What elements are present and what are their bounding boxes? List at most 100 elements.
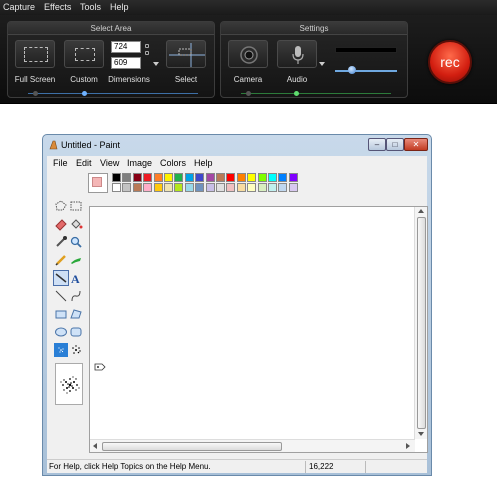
- vertical-scroll-thumb[interactable]: [417, 217, 426, 429]
- palette-swatch[interactable]: [236, 183, 246, 192]
- palette-swatch[interactable]: [257, 183, 267, 192]
- horizontal-scroll-thumb[interactable]: [102, 442, 282, 451]
- palette-swatch[interactable]: [153, 183, 163, 192]
- palette-swatch[interactable]: [112, 173, 121, 182]
- custom-button[interactable]: [64, 40, 104, 68]
- camera-icon: [240, 46, 258, 64]
- close-button[interactable]: ✕: [404, 138, 428, 151]
- rectangle-icon: [55, 310, 67, 319]
- palette-swatch[interactable]: [278, 173, 288, 182]
- palette-swatch[interactable]: [153, 173, 163, 182]
- menu-help[interactable]: Help: [110, 2, 129, 12]
- rounded-rectangle-tool[interactable]: [69, 325, 83, 339]
- custom-label: Custom: [70, 75, 98, 84]
- line-tool[interactable]: [54, 289, 68, 303]
- palette-swatch[interactable]: [143, 173, 153, 182]
- full-screen-label: Full Screen: [14, 75, 56, 84]
- full-screen-button[interactable]: [15, 40, 55, 68]
- free-form-select-tool[interactable]: [54, 199, 68, 213]
- select-button[interactable]: [166, 40, 206, 68]
- fill-tool[interactable]: [69, 217, 83, 231]
- paint-menu-image[interactable]: Image: [127, 158, 152, 168]
- scroll-right-icon[interactable]: [406, 443, 410, 449]
- palette-swatch[interactable]: [205, 183, 215, 192]
- magnifier-tool[interactable]: [69, 235, 83, 249]
- width-input[interactable]: 724: [111, 41, 141, 53]
- palette-swatch[interactable]: [226, 183, 236, 192]
- spray-size-small[interactable]: [54, 343, 68, 357]
- palette-swatch[interactable]: [132, 173, 142, 182]
- airbrush-tool[interactable]: [53, 270, 69, 286]
- brush-tool[interactable]: [69, 253, 83, 267]
- text-tool[interactable]: A: [69, 271, 83, 285]
- palette-swatch[interactable]: [278, 183, 288, 192]
- eraser-tool[interactable]: [54, 217, 68, 231]
- paint-menu-colors[interactable]: Colors: [160, 158, 186, 168]
- palette-swatch[interactable]: [268, 183, 277, 192]
- menu-tools[interactable]: Tools: [80, 2, 101, 12]
- palette-swatch[interactable]: [122, 173, 132, 182]
- palette-swatch[interactable]: [216, 173, 225, 182]
- lock-aspect-icon[interactable]: [145, 44, 150, 64]
- palette-swatch[interactable]: [268, 173, 277, 182]
- menu-capture[interactable]: Capture: [3, 2, 35, 12]
- select-tool[interactable]: [69, 199, 83, 213]
- drawing-canvas[interactable]: [92, 209, 415, 438]
- palette-swatch[interactable]: [184, 173, 194, 182]
- spray-size-medium[interactable]: [69, 343, 83, 357]
- palette-swatch[interactable]: [288, 183, 298, 192]
- pick-color-tool[interactable]: [54, 235, 68, 249]
- palette-swatch[interactable]: [174, 173, 184, 182]
- ellipse-tool[interactable]: [54, 325, 68, 339]
- polygon-tool[interactable]: [69, 307, 83, 321]
- palette-swatch[interactable]: [143, 183, 153, 192]
- horizontal-scrollbar[interactable]: [90, 439, 415, 452]
- height-input[interactable]: 609: [111, 57, 141, 69]
- palette-swatch[interactable]: [164, 173, 173, 182]
- airbrush-cursor-icon: [94, 363, 106, 371]
- palette-swatch[interactable]: [132, 183, 142, 192]
- palette-swatch[interactable]: [184, 183, 194, 192]
- palette-swatch[interactable]: [247, 183, 257, 192]
- maximize-button[interactable]: □: [386, 138, 404, 151]
- palette-swatch[interactable]: [257, 173, 267, 182]
- palette-swatch[interactable]: [112, 183, 121, 192]
- audio-button[interactable]: [277, 40, 317, 68]
- audio-dropdown-icon[interactable]: [319, 62, 325, 66]
- palette-swatch[interactable]: [288, 173, 298, 182]
- paint-menu-view[interactable]: View: [100, 158, 119, 168]
- palette-swatch[interactable]: [174, 183, 184, 192]
- palette-swatch[interactable]: [122, 183, 132, 192]
- pencil-tool[interactable]: [54, 253, 68, 267]
- palette-swatch[interactable]: [195, 173, 205, 182]
- camera-indicator: [246, 91, 251, 96]
- ellipse-icon: [55, 327, 67, 337]
- palette-swatch[interactable]: [247, 173, 257, 182]
- vertical-scrollbar[interactable]: [414, 207, 427, 439]
- palette-swatch[interactable]: [195, 183, 205, 192]
- palette-swatch[interactable]: [226, 173, 236, 182]
- scroll-left-icon[interactable]: [93, 443, 97, 449]
- camera-button[interactable]: [228, 40, 268, 68]
- free-form-select-icon: [55, 200, 67, 211]
- palette-swatch[interactable]: [236, 173, 246, 182]
- spray-size-large[interactable]: [55, 363, 83, 405]
- record-button[interactable]: rec: [428, 40, 472, 84]
- volume-slider-thumb[interactable]: [348, 66, 356, 74]
- palette-swatch[interactable]: [164, 183, 173, 192]
- paint-menu-edit[interactable]: Edit: [76, 158, 92, 168]
- volume-slider-track[interactable]: [335, 70, 397, 72]
- scroll-down-icon[interactable]: [418, 432, 424, 436]
- palette-swatch[interactable]: [205, 173, 215, 182]
- curve-tool[interactable]: [69, 289, 83, 303]
- minimize-button[interactable]: –: [368, 138, 386, 151]
- paint-menu-help[interactable]: Help: [194, 158, 213, 168]
- scroll-up-icon[interactable]: [418, 209, 424, 213]
- rectangle-tool[interactable]: [54, 307, 68, 321]
- menu-effects[interactable]: Effects: [44, 2, 71, 12]
- dimensions-dropdown-icon[interactable]: [153, 62, 159, 66]
- palette-swatch[interactable]: [216, 183, 225, 192]
- fill-bucket-icon: [71, 219, 83, 229]
- current-colors[interactable]: [88, 173, 108, 193]
- paint-menu-file[interactable]: File: [53, 158, 68, 168]
